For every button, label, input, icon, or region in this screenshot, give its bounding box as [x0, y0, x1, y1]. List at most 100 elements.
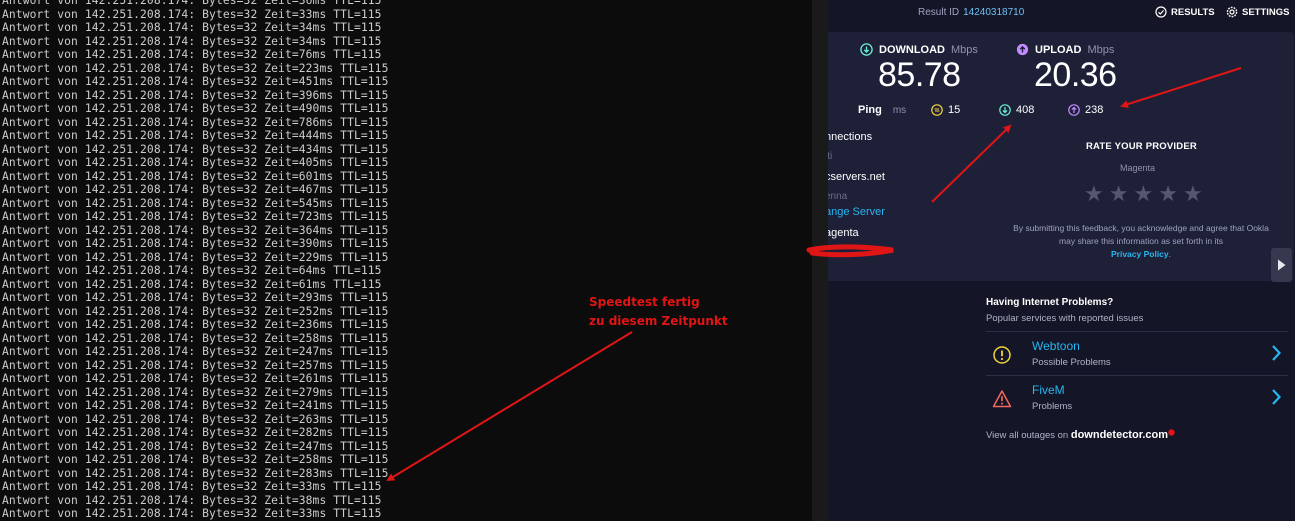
alert-triangle-icon: [992, 390, 1012, 408]
terminal-line: Antwort von 142.251.208.174: Bytes=32 Ze…: [2, 507, 382, 520]
terminal-line: Antwort von 142.251.208.174: Bytes=32 Ze…: [2, 493, 382, 507]
terminal-line: Antwort von 142.251.208.174: Bytes=32 Ze…: [2, 88, 389, 102]
download-header: DOWNLOAD Mbps: [860, 43, 978, 56]
problems-subtitle: Popular services with reported issues: [986, 313, 1144, 324]
terminal-line: Antwort von 142.251.208.174: Bytes=32 Ze…: [2, 115, 389, 129]
result-id-label: Result ID: [918, 7, 960, 18]
ping-upload: 238: [1068, 104, 1103, 116]
result-header: Result ID 14240318710 RESULTS SETTINGS: [828, 0, 1295, 28]
star-icon[interactable]: ★: [1084, 182, 1104, 206]
upload-header: UPLOAD Mbps: [1016, 43, 1114, 56]
annotation-line-1: Speedtest fertig: [589, 295, 700, 309]
terminal-line: Antwort von 142.251.208.174: Bytes=32 Ze…: [2, 291, 389, 304]
terminal-output: Antwort von 142.251.208.174: Bytes=32 Ze…: [2, 0, 388, 521]
settings-button[interactable]: SETTINGS: [1226, 6, 1290, 18]
terminal-line: Antwort von 142.251.208.174: Bytes=32 Ze…: [2, 34, 382, 48]
terminal-line: Antwort von 142.251.208.174: Bytes=32 Ze…: [2, 156, 389, 169]
terminal-line: Antwort von 142.251.208.174: Bytes=32 Ze…: [2, 169, 389, 183]
terminal-line: Antwort von 142.251.208.174: Bytes=32 Ze…: [2, 399, 389, 412]
upload-unit: Mbps: [1087, 43, 1115, 56]
window-divider: [812, 0, 828, 521]
terminal-line: Antwort von 142.251.208.174: Bytes=32 Ze…: [2, 426, 389, 439]
problem-item-fivem[interactable]: FiveM Problems: [986, 375, 1288, 419]
change-server-link[interactable]: ange Server: [828, 206, 885, 218]
rate-provider-name: Magenta: [1120, 163, 1156, 173]
server-location: enna: [828, 191, 848, 202]
problem-status: Problems: [1032, 401, 1073, 412]
result-id-value[interactable]: 14240318710: [963, 7, 1024, 18]
download-arrow-icon: [860, 43, 873, 56]
upload-arrow-icon: [1016, 43, 1029, 56]
connections-mode[interactable]: lti: [828, 151, 832, 162]
terminal-line: Antwort von 142.251.208.174: Bytes=32 Ze…: [2, 358, 389, 372]
ping-idle-value: 15: [948, 104, 961, 116]
terminal-line: Antwort von 142.251.208.174: Bytes=32 Ze…: [2, 372, 389, 385]
terminal-line: Antwort von 142.251.208.174: Bytes=32 Ze…: [2, 412, 389, 426]
star-icon[interactable]: ★: [1133, 182, 1153, 206]
terminal-line: Antwort von 142.251.208.174: Bytes=32 Ze…: [2, 0, 382, 7]
terminal-line: Antwort von 142.251.208.174: Bytes=32 Ze…: [2, 129, 389, 142]
terminal-line: Antwort von 142.251.208.174: Bytes=32 Ze…: [2, 183, 389, 196]
problem-item-webtoon[interactable]: Webtoon Possible Problems: [986, 331, 1288, 375]
info-warning-icon: [993, 346, 1011, 364]
terminal-line: Antwort von 142.251.208.174: Bytes=32 Ze…: [2, 7, 382, 21]
terminal-line: Antwort von 142.251.208.174: Bytes=32 Ze…: [2, 75, 389, 88]
terminal-line: Antwort von 142.251.208.174: Bytes=32 Ze…: [2, 453, 389, 466]
ping-download-value: 408: [1016, 104, 1035, 116]
download-value: 85.78: [878, 56, 961, 94]
terminal-line: Antwort von 142.251.208.174: Bytes=32 Ze…: [2, 264, 382, 277]
upload-value: 20.36: [1034, 56, 1117, 94]
privacy-policy-link[interactable]: Privacy Policy: [1111, 249, 1169, 259]
terminal-line: Antwort von 142.251.208.174: Bytes=32 Ze…: [2, 142, 389, 156]
chevron-right-icon: [1272, 389, 1282, 405]
annotation-note: Speedtest fertig zu diesem Zeitpunkt: [589, 293, 728, 331]
terminal-line: Antwort von 142.251.208.174: Bytes=32 Ze…: [2, 196, 389, 210]
ping-unit: ms: [892, 104, 907, 116]
terminal-window[interactable]: Antwort von 142.251.208.174: Bytes=32 Ze…: [0, 0, 812, 521]
terminal-line: Antwort von 142.251.208.174: Bytes=32 Ze…: [2, 345, 389, 358]
rate-provider-title: RATE YOUR PROVIDER: [1086, 141, 1197, 152]
terminal-line: Antwort von 142.251.208.174: Bytes=32 Ze…: [2, 318, 389, 331]
upload-label: UPLOAD: [1035, 43, 1082, 56]
server-host: cservers.net: [828, 171, 885, 183]
settings-label: SETTINGS: [1242, 6, 1290, 18]
problems-title: Having Internet Problems?: [986, 297, 1114, 308]
ping-title: Ping: [858, 104, 882, 116]
ping-idle-icon: [931, 104, 943, 116]
terminal-line: Antwort von 142.251.208.174: Bytes=32 Ze…: [2, 385, 389, 399]
star-rating[interactable]: ★ ★ ★ ★ ★: [1084, 182, 1203, 206]
terminal-line: Antwort von 142.251.208.174: Bytes=32 Ze…: [2, 237, 389, 250]
downdetector-logo: downdetector.com: [1070, 429, 1169, 441]
problem-name: Webtoon: [1032, 339, 1080, 353]
disclaimer-text: By submitting this feedback, you acknowl…: [1013, 223, 1269, 246]
terminal-line: Antwort von 142.251.208.174: Bytes=32 Ze…: [2, 21, 382, 34]
download-label: DOWNLOAD: [879, 43, 945, 56]
terminal-line: Antwort von 142.251.208.174: Bytes=32 Ze…: [2, 331, 389, 345]
ping-upload-value: 238: [1085, 104, 1104, 116]
next-button[interactable]: [1271, 248, 1292, 282]
download-unit: Mbps: [951, 43, 978, 56]
check-circle-icon: [1155, 6, 1167, 18]
result-id: Result ID 14240318710: [918, 7, 1024, 18]
results-label: RESULTS: [1171, 6, 1215, 18]
outages-link[interactable]: View all outages on downdetector.com: [986, 429, 1175, 441]
ping-idle: 15: [931, 104, 960, 116]
ping-download-icon: [999, 104, 1011, 116]
star-icon[interactable]: ★: [1109, 182, 1129, 206]
terminal-line: Antwort von 142.251.208.174: Bytes=32 Ze…: [2, 102, 389, 115]
problem-name: FiveM: [1032, 383, 1065, 397]
terminal-line: Antwort von 142.251.208.174: Bytes=32 Ze…: [2, 61, 389, 75]
star-icon[interactable]: ★: [1183, 182, 1203, 206]
problem-status: Possible Problems: [1032, 357, 1111, 368]
terminal-line: Antwort von 142.251.208.174: Bytes=32 Ze…: [2, 439, 389, 453]
annotation-line-2: zu diesem Zeitpunkt: [589, 314, 728, 328]
play-arrow-icon: [1278, 259, 1286, 271]
results-button[interactable]: RESULTS: [1155, 6, 1215, 18]
star-icon[interactable]: ★: [1158, 182, 1178, 206]
terminal-line: Antwort von 142.251.208.174: Bytes=32 Ze…: [2, 480, 382, 493]
alert-dot-icon: [1168, 429, 1175, 436]
terminal-line: Antwort von 142.251.208.174: Bytes=32 Ze…: [2, 277, 382, 291]
terminal-line: Antwort von 142.251.208.174: Bytes=32 Ze…: [2, 466, 389, 480]
feedback-disclaimer: By submitting this feedback, you acknowl…: [1013, 223, 1269, 259]
ping-upload-icon: [1068, 104, 1080, 116]
